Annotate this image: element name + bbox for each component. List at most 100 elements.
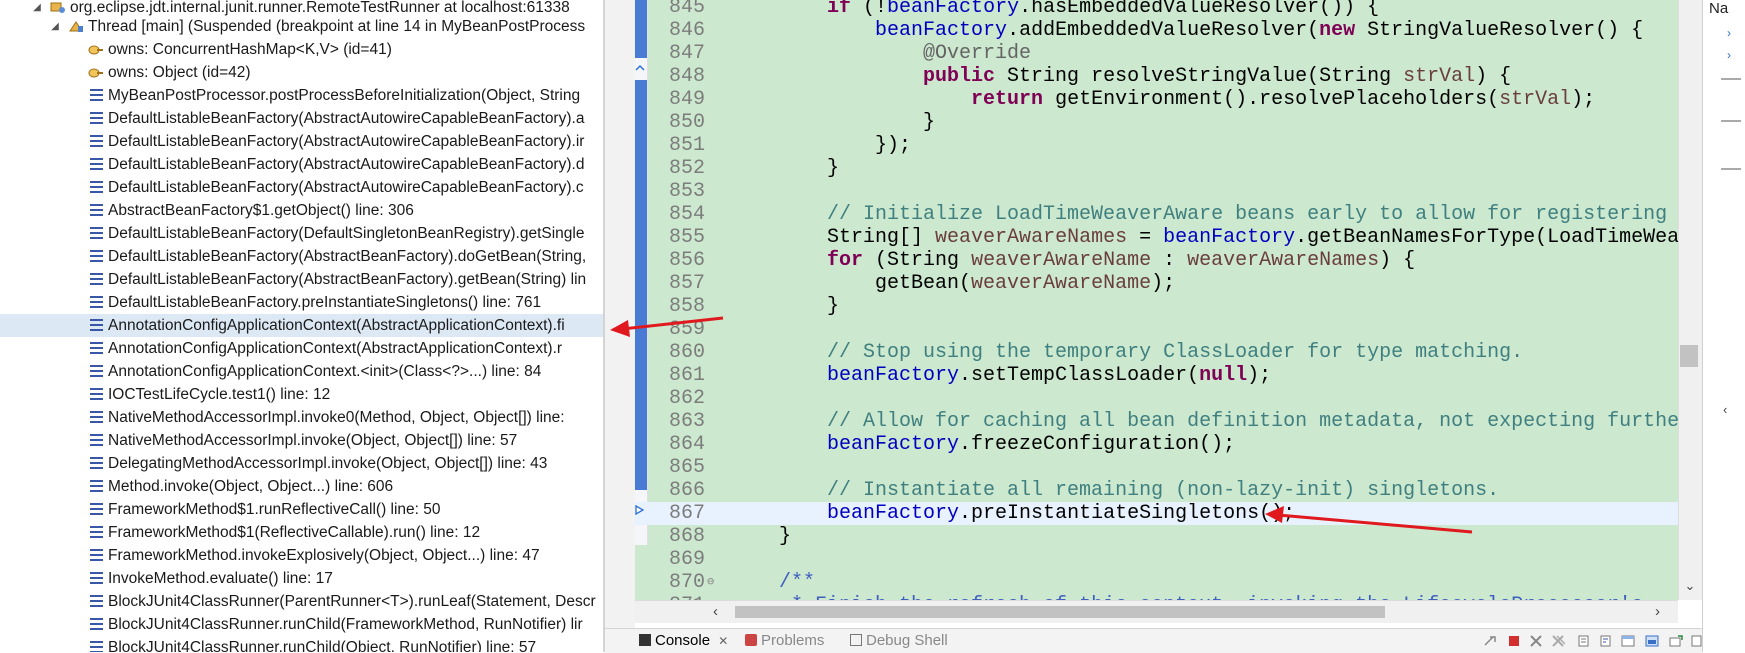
code-line[interactable]: 865 bbox=[635, 456, 1678, 479]
stack-frame-row[interactable]: FrameworkMethod$1.runReflectiveCall() li… bbox=[0, 498, 603, 521]
code-line[interactable]: 856 for (String weaverAwareName : weaver… bbox=[635, 249, 1678, 272]
code-line[interactable]: 859 bbox=[635, 318, 1678, 341]
fold-toggle-icon[interactable]: ⊖ bbox=[707, 571, 714, 594]
stack-frame-row[interactable]: AnnotationConfigApplicationContext(Abstr… bbox=[0, 337, 603, 360]
remove-launch-icon[interactable] bbox=[1529, 635, 1543, 647]
scroll-right-icon[interactable]: › bbox=[1655, 603, 1660, 620]
chevron-left-icon[interactable]: ‹ bbox=[1723, 402, 1743, 422]
monitor-row[interactable]: owns: ConcurrentHashMap<K,V> (id=41) bbox=[0, 38, 603, 61]
chevron-right-icon[interactable]: › bbox=[1727, 48, 1731, 62]
code-line[interactable]: 860 // Stop using the temporary ClassLoa… bbox=[635, 341, 1678, 364]
pin-console-icon[interactable] bbox=[1483, 635, 1497, 647]
code-line[interactable]: 853 bbox=[635, 180, 1678, 203]
stack-frame-row[interactable]: DefaultListableBeanFactory(AbstractAutow… bbox=[0, 107, 603, 130]
remove-all-launches-icon[interactable] bbox=[1551, 635, 1565, 647]
horizontal-scroll-thumb[interactable] bbox=[735, 606, 1385, 618]
collapse-triangle-icon[interactable]: ◢ bbox=[48, 15, 62, 38]
stack-frame-row[interactable]: DefaultListableBeanFactory.preInstantiat… bbox=[0, 291, 603, 314]
code-line[interactable]: 864 beanFactory.freezeConfiguration(); bbox=[635, 433, 1678, 456]
stack-frame-row[interactable]: DefaultListableBeanFactory(DefaultSingle… bbox=[0, 222, 603, 245]
vertical-scroll-thumb[interactable] bbox=[1680, 345, 1698, 367]
thread-row[interactable]: ◢ Thread [main] (Suspended (breakpoint a… bbox=[0, 15, 603, 38]
thread-label: Thread [main] (Suspended (breakpoint at … bbox=[88, 18, 586, 35]
stack-frame-row[interactable]: BlockJUnit4ClassRunner.runChild(Object, … bbox=[0, 636, 603, 652]
stack-frame-row[interactable]: NativeMethodAccessorImpl.invoke(Object, … bbox=[0, 429, 603, 452]
code-text: } bbox=[731, 157, 839, 180]
stack-frame-row[interactable]: NativeMethodAccessorImpl.invoke0(Method,… bbox=[0, 406, 603, 429]
stack-frame-row[interactable]: DefaultListableBeanFactory(AbstractBeanF… bbox=[0, 268, 603, 291]
stack-frame-row[interactable]: DefaultListableBeanFactory(AbstractBeanF… bbox=[0, 245, 603, 268]
show-console-on-error-icon[interactable] bbox=[1645, 635, 1659, 647]
stack-frame-row[interactable]: BlockJUnit4ClassRunner.runChild(Framewor… bbox=[0, 613, 603, 636]
code-token: if bbox=[827, 0, 852, 19]
stack-frame-row[interactable]: FrameworkMethod$1(ReflectiveCallable).ru… bbox=[0, 521, 603, 544]
code-line[interactable]: 861 beanFactory.setTempClassLoader(null)… bbox=[635, 364, 1678, 387]
stack-frame-row[interactable]: DefaultListableBeanFactory(AbstractAutow… bbox=[0, 176, 603, 199]
display-selected-console-icon[interactable] bbox=[1691, 635, 1705, 647]
code-line[interactable]: 851 }); bbox=[635, 134, 1678, 157]
tab-console[interactable]: Console ✕ bbox=[639, 632, 728, 649]
stack-frame-row[interactable]: DelegatingMethodAccessorImpl.invoke(Obje… bbox=[0, 452, 603, 475]
scroll-left-icon[interactable]: ‹ bbox=[713, 603, 718, 620]
stack-frame-row[interactable]: FrameworkMethod.invokeExplosively(Object… bbox=[0, 544, 603, 567]
stack-frame-row[interactable]: IOCTestLifeCycle.test1() line: 12 bbox=[0, 383, 603, 406]
stack-frame-row[interactable]: Method.invoke(Object, Object...) line: 6… bbox=[0, 475, 603, 498]
stack-frame-label: DefaultListableBeanFactory(AbstractAutow… bbox=[108, 110, 585, 127]
outline-divider bbox=[1721, 78, 1741, 80]
code-line[interactable]: 862 bbox=[635, 387, 1678, 410]
stack-frame-row[interactable]: AnnotationConfigApplicationContext(Abstr… bbox=[0, 314, 603, 337]
stack-frame-row[interactable]: DefaultListableBeanFactory(AbstractAutow… bbox=[0, 130, 603, 153]
tab-problems[interactable]: Problems bbox=[745, 632, 824, 649]
code-line[interactable]: 852 } bbox=[635, 157, 1678, 180]
chevron-right-icon[interactable]: › bbox=[1727, 26, 1731, 40]
code-line[interactable]: 863 // Allow for caching all bean defini… bbox=[635, 410, 1678, 433]
code-line[interactable]: 846 beanFactory.addEmbeddedValueResolver… bbox=[635, 19, 1678, 42]
code-line[interactable]: 858 } bbox=[635, 295, 1678, 318]
stack-frame-row[interactable]: BlockJUnit4ClassRunner(ParentRunner<T>).… bbox=[0, 590, 603, 613]
stack-frame-row[interactable]: AnnotationConfigApplicationContext.<init… bbox=[0, 360, 603, 383]
code-token: beanFactory bbox=[875, 19, 1008, 42]
code-text: beanFactory.preInstantiateSingletons(); bbox=[731, 502, 1295, 525]
code-line[interactable]: 845 if (!beanFactory.hasEmbeddedValueRes… bbox=[635, 0, 1678, 19]
code-line[interactable]: 866 // Instantiate all remaining (non-la… bbox=[635, 479, 1678, 502]
code-text: }); bbox=[731, 134, 911, 157]
code-line[interactable]: 850 } bbox=[635, 111, 1678, 134]
line-number: 846 bbox=[668, 19, 705, 42]
code-line[interactable]: 854 // Initialize LoadTimeWeaverAware be… bbox=[635, 203, 1678, 226]
monitor-row[interactable]: owns: Object (id=42) bbox=[0, 61, 603, 84]
word-wrap-icon[interactable] bbox=[1599, 635, 1613, 647]
code-line[interactable]: 868 } bbox=[635, 525, 1678, 548]
stack-frame-row[interactable]: DefaultListableBeanFactory(AbstractAutow… bbox=[0, 153, 603, 176]
code-line[interactable]: 855 String[] weaverAwareNames = beanFact… bbox=[635, 226, 1678, 249]
stack-frame-label: DelegatingMethodAccessorImpl.invoke(Obje… bbox=[108, 455, 548, 472]
code-token: ) { bbox=[1475, 65, 1512, 88]
code-line[interactable]: 847 @Override bbox=[635, 42, 1678, 65]
code-line[interactable]: 857 getBean(weaverAwareName); bbox=[635, 272, 1678, 295]
debug-target-icon bbox=[50, 2, 65, 13]
code-token: String resolveStringValue(String bbox=[995, 65, 1404, 88]
terminate-icon[interactable] bbox=[1507, 635, 1521, 647]
code-editor[interactable]: 845 if (!beanFactory.hasEmbeddedValueRes… bbox=[635, 0, 1678, 600]
close-icon[interactable]: ✕ bbox=[718, 634, 728, 648]
stack-frame-row[interactable]: InvokeMethod.evaluate() line: 17 bbox=[0, 567, 603, 590]
show-console-on-output-icon[interactable] bbox=[1621, 635, 1635, 647]
code-line[interactable]: 849 return getEnvironment().resolvePlace… bbox=[635, 88, 1678, 111]
code-text: getBean(weaverAwareName); bbox=[731, 272, 1175, 295]
editor-vertical-scrollbar[interactable] bbox=[1678, 0, 1703, 600]
code-line[interactable]: 870 ⊖ /** bbox=[635, 571, 1678, 594]
open-console-icon[interactable] bbox=[1669, 635, 1683, 647]
stack-frame-row[interactable]: AbstractBeanFactory$1.getObject() line: … bbox=[0, 199, 603, 222]
stack-frame-row[interactable]: MyBeanPostProcessor.postProcessBeforeIni… bbox=[0, 84, 603, 107]
scroll-lock-icon[interactable] bbox=[1577, 635, 1591, 647]
tab-debug-shell[interactable]: Debug Shell bbox=[850, 632, 948, 649]
code-line[interactable]: 848 public String resolveStringValue(Str… bbox=[635, 65, 1678, 88]
editor-horizontal-scrollbar[interactable]: ‹ › bbox=[635, 600, 1678, 623]
scroll-down-icon[interactable]: ⌄ bbox=[1680, 578, 1700, 596]
code-token: = bbox=[1127, 226, 1164, 249]
code-line[interactable]: 867 beanFactory.preInstantiateSingletons… bbox=[635, 502, 1678, 525]
code-line[interactable]: 869 bbox=[635, 548, 1678, 571]
outline-panel: Na › › ‹ bbox=[1702, 0, 1745, 652]
